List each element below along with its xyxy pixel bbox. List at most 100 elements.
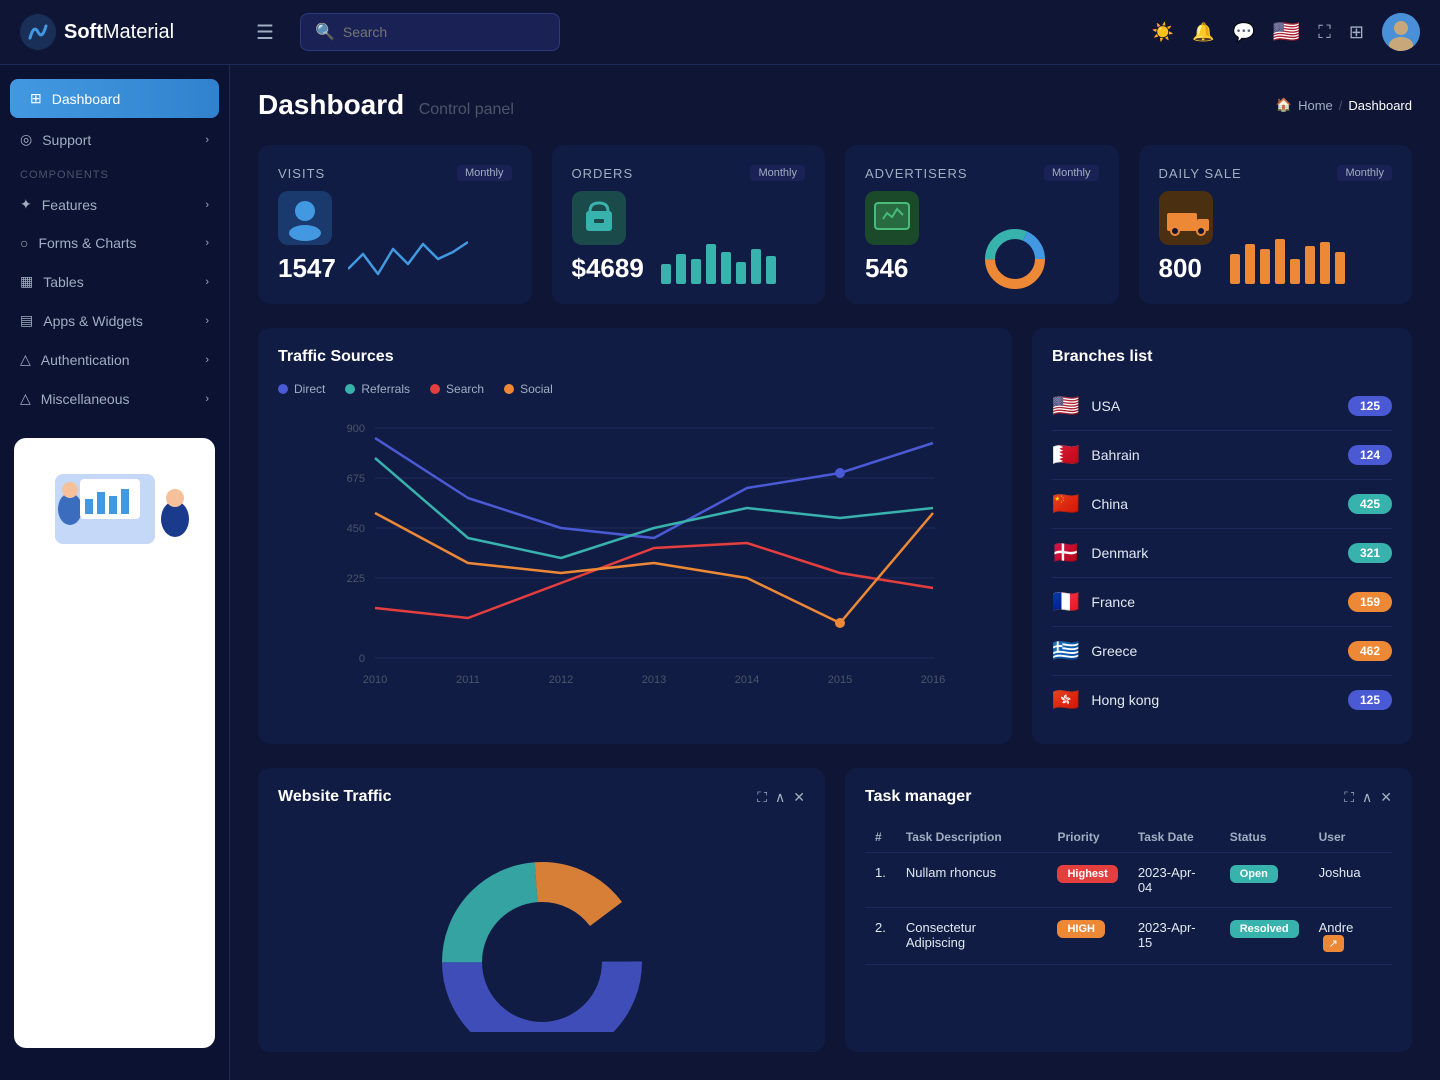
visits-chart — [348, 234, 468, 284]
branch-item-china: 🇨🇳 China 425 — [1052, 480, 1392, 529]
sidebar-label-support: Support — [42, 132, 91, 148]
chevron-icon-forms: › — [205, 237, 209, 249]
daily-sale-badge: Monthly — [1337, 165, 1392, 181]
misc-icon: △ — [20, 390, 31, 407]
task-status-2: Resolved — [1220, 908, 1309, 965]
sidebar-promo — [14, 438, 215, 1048]
svg-text:0: 0 — [359, 653, 365, 665]
branch-name-usa: USA — [1091, 398, 1336, 414]
bell-icon[interactable]: 🔔 — [1192, 22, 1214, 43]
sidebar-label-apps: Apps & Widgets — [43, 313, 143, 329]
sidebar-label-forms: Forms & Charts — [38, 235, 136, 251]
page-title-group: Dashboard Control panel — [258, 89, 514, 121]
task-manager-header: Task manager ⛶ ∧ ✕ — [865, 788, 1392, 806]
sidebar-item-forms-charts[interactable]: ○ Forms & Charts › — [0, 224, 229, 262]
traffic-chart-wrap — [278, 822, 805, 1032]
logo: SoftMaterial — [20, 14, 240, 50]
sidebar-item-features[interactable]: ✦ Features › — [0, 185, 229, 224]
avatar[interactable] — [1382, 13, 1420, 51]
branch-item-denmark: 🇩🇰 Denmark 321 — [1052, 529, 1392, 578]
menu-icon[interactable]: ☰ — [256, 20, 274, 45]
task-num-1: 1. — [865, 853, 896, 908]
legend-label-referrals: Referrals — [361, 382, 410, 396]
traffic-expand-btn[interactable]: ⛶ — [757, 789, 767, 806]
home-icon: 🏠 — [1276, 97, 1292, 113]
svg-text:450: 450 — [347, 523, 365, 535]
svg-text:2015: 2015 — [828, 674, 852, 686]
svg-text:900: 900 — [347, 423, 365, 435]
branches-title: Branches list — [1052, 348, 1392, 366]
sun-icon[interactable]: ☀️ — [1152, 22, 1174, 43]
stat-card-orders: Orders Monthly — [552, 145, 826, 304]
col-status: Status — [1220, 822, 1309, 853]
branches-list: 🇺🇸 USA 125 🇧🇭 Bahrain 124 🇨🇳 China — [1052, 382, 1392, 724]
chat-icon[interactable]: 💬 — [1232, 22, 1254, 43]
task-row-2: 2. Consectetur Adipiscing HIGH 2023-Apr-… — [865, 908, 1392, 965]
branch-name-denmark: Denmark — [1091, 545, 1336, 561]
traffic-sources-title: Traffic Sources — [278, 348, 992, 366]
task-manager-actions: ⛶ ∧ ✕ — [1344, 789, 1392, 806]
orders-title: Orders — [572, 166, 634, 181]
visits-badge: Monthly — [457, 165, 512, 181]
sidebar-item-support[interactable]: ◎ Support › — [0, 120, 229, 159]
breadcrumb-home[interactable]: Home — [1298, 98, 1333, 113]
chevron-icon-tables: › — [205, 276, 209, 288]
sidebar-item-authentication[interactable]: △ Authentication › — [0, 340, 229, 379]
flag-france: 🇫🇷 — [1052, 589, 1079, 615]
branch-name-bahrain: Bahrain — [1091, 447, 1336, 463]
branch-count-france: 159 — [1348, 592, 1392, 612]
stat-card-advertisers: Advertisers Monthly — [845, 145, 1119, 304]
task-collapse-btn[interactable]: ∧ — [1362, 789, 1372, 806]
task-manager-title: Task manager — [865, 788, 971, 806]
flag-hongkong: 🇭🇰 — [1052, 687, 1079, 713]
task-close-btn[interactable]: ✕ — [1380, 789, 1392, 806]
logo-text: SoftMaterial — [64, 21, 174, 44]
advertisers-title: Advertisers — [865, 166, 968, 181]
advertisers-pie — [985, 229, 1045, 289]
sidebar-item-apps-widgets[interactable]: ▤ Apps & Widgets › — [0, 301, 229, 340]
branch-count-hongkong: 125 — [1348, 690, 1392, 710]
task-expand-btn[interactable]: ⛶ — [1344, 789, 1354, 806]
legend-dot-direct — [278, 384, 288, 394]
visits-value: 1547 — [278, 253, 336, 283]
website-traffic-header: Website Traffic ⛶ ∧ ✕ — [278, 788, 805, 806]
sidebar-item-tables[interactable]: ▦ Tables › — [0, 262, 229, 301]
flag-usa: 🇺🇸 — [1052, 393, 1079, 419]
branch-item-france: 🇫🇷 France 159 — [1052, 578, 1392, 627]
svg-text:225: 225 — [347, 573, 365, 585]
logo-icon — [20, 14, 56, 50]
dashboard-icon: ⊞ — [30, 90, 42, 107]
search-input[interactable] — [343, 24, 545, 40]
svg-text:2012: 2012 — [549, 674, 573, 686]
legend-dot-search — [430, 384, 440, 394]
priority-badge-highest: Highest — [1057, 865, 1117, 883]
task-manager-card: Task manager ⛶ ∧ ✕ # Task Description — [845, 768, 1412, 1052]
sidebar-item-dashboard[interactable]: ⊞ Dashboard — [10, 79, 219, 118]
traffic-close-btn[interactable]: ✕ — [793, 789, 805, 806]
svg-text:2013: 2013 — [642, 674, 666, 686]
daily-sale-icon — [1159, 191, 1213, 245]
page-title: Dashboard — [258, 89, 404, 120]
traffic-collapse-btn[interactable]: ∧ — [775, 789, 785, 806]
task-priority-1: Highest — [1047, 853, 1127, 908]
breadcrumb: 🏠 Home / Dashboard — [1276, 97, 1412, 113]
expand-icon[interactable]: ⛶ — [1318, 22, 1331, 43]
branch-name-china: China — [1091, 496, 1336, 512]
grid-icon[interactable]: ⊞ — [1349, 22, 1364, 43]
apps-icon: ▤ — [20, 312, 33, 329]
task-user-1: Joshua — [1309, 853, 1392, 908]
legend-dot-social — [504, 384, 514, 394]
flag-denmark: 🇩🇰 — [1052, 540, 1079, 566]
branch-count-china: 425 — [1348, 494, 1392, 514]
search-icon: 🔍 — [315, 22, 335, 42]
breadcrumb-separator: / — [1339, 98, 1343, 113]
page-header: Dashboard Control panel 🏠 Home / Dashboa… — [258, 89, 1412, 121]
page-subtitle: Control panel — [419, 101, 514, 118]
sidebar-item-miscellaneous[interactable]: △ Miscellaneous › — [0, 379, 229, 418]
task-desc-2: Consectetur Adipiscing — [896, 908, 1048, 965]
traffic-chart-svg: 900 675 450 225 0 2010 2011 2012 2013 20… — [278, 408, 992, 718]
svg-text:2011: 2011 — [456, 674, 480, 686]
website-traffic-title: Website Traffic — [278, 788, 392, 806]
task-date-2: 2023-Apr-15 — [1128, 908, 1220, 965]
branch-count-bahrain: 124 — [1348, 445, 1392, 465]
